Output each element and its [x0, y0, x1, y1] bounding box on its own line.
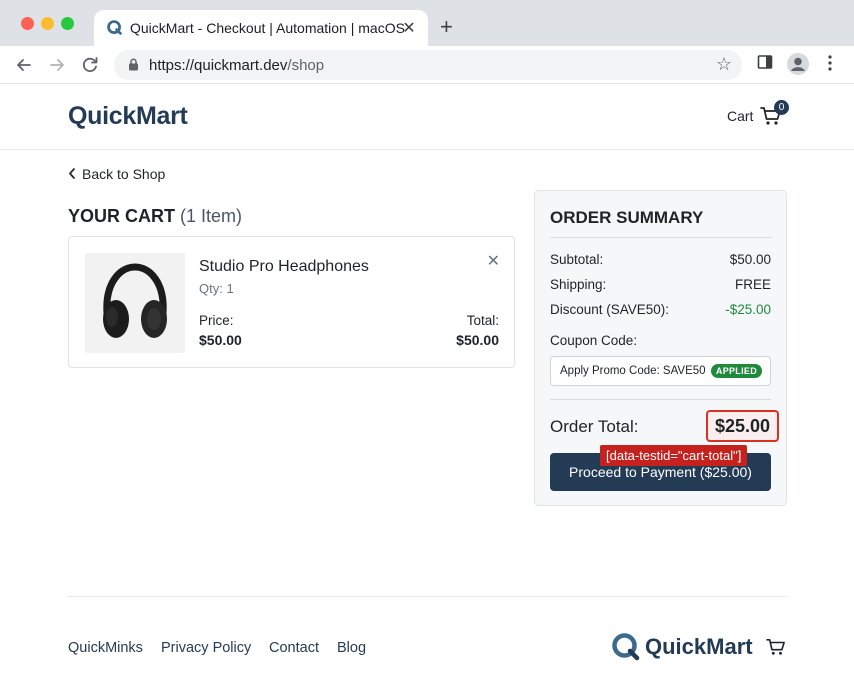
address-bar[interactable]: https://quickmart.dev/shop ☆ — [114, 50, 742, 80]
footer-cart-icon[interactable] — [766, 638, 786, 656]
subtotal-label: Subtotal: — [550, 252, 604, 267]
quickmart-logo-icon — [612, 633, 640, 661]
headphones-image — [103, 263, 167, 338]
reload-icon[interactable] — [79, 54, 101, 76]
order-summary-title: ORDER SUMMARY — [550, 208, 704, 227]
product-qty: Qty: 1 — [199, 281, 234, 296]
lock-icon — [129, 58, 138, 71]
cart-count-badge: 0 — [774, 100, 789, 115]
shipping-row: Shipping: FREE — [550, 277, 771, 292]
browser-tab[interactable]: QuickMart - Checkout | Automation | macO… — [94, 10, 428, 46]
window-minimize-button[interactable] — [41, 17, 54, 30]
shipping-value: FREE — [734, 277, 771, 292]
testid-annotation-tag: [data-testid="cart-total"] — [600, 445, 748, 466]
discount-row: Discount (SAVE50): -$25.00 — [550, 302, 771, 317]
subtotal-row: Subtotal: $50.00 — [550, 252, 771, 267]
cart-item-count: (1 Item) — [180, 206, 243, 226]
browser-toolbar: https://quickmart.dev/shop ☆ — [0, 46, 854, 84]
item-total-label: Total: — [466, 313, 499, 328]
cart-link[interactable]: Cart — [727, 108, 753, 124]
tab-close-icon[interactable]: ✕ — [400, 18, 418, 38]
item-total-value: $50.00 — [456, 332, 499, 348]
quickmart-favicon-icon — [107, 20, 122, 35]
bookmark-star-icon[interactable]: ☆ — [716, 54, 732, 75]
price-value: $50.00 — [199, 332, 242, 348]
summary-divider — [550, 237, 771, 238]
footer-divider — [68, 596, 787, 597]
side-panel-icon[interactable] — [757, 54, 773, 70]
new-tab-button[interactable]: + — [440, 14, 453, 40]
product-thumbnail — [85, 253, 185, 353]
coupon-label: Coupon Code: — [550, 333, 638, 348]
cart-heading: YOUR CART (1 Item) — [68, 206, 242, 227]
back-to-shop-link[interactable]: Back to Shop — [68, 166, 165, 182]
browser-chrome: QuickMart - Checkout | Automation | macO… — [0, 0, 854, 84]
profile-avatar-icon[interactable] — [786, 52, 810, 76]
more-menu-icon[interactable] — [826, 54, 834, 72]
total-divider — [550, 399, 771, 400]
footer-logo-text[interactable]: QuickMart — [645, 634, 753, 660]
cart-heading-title: YOUR CART — [68, 206, 175, 226]
back-to-shop-label: Back to Shop — [82, 166, 166, 182]
url-text: https://quickmart.dev/shop — [149, 57, 324, 74]
url-path: /shop — [287, 57, 325, 74]
site-logo[interactable]: QuickMart — [68, 102, 188, 131]
order-total-value: $25.00 — [706, 410, 779, 442]
footer-link-quickminks[interactable]: QuickMinks — [68, 640, 143, 656]
chevron-left-icon — [69, 168, 75, 179]
window-close-button[interactable] — [21, 17, 34, 30]
window-zoom-button[interactable] — [61, 17, 74, 30]
footer-link-privacy-policy[interactable]: Privacy Policy — [161, 640, 251, 656]
shipping-label: Shipping: — [550, 277, 607, 292]
back-arrow-icon[interactable] — [13, 54, 35, 76]
url-host: https://quickmart.dev — [149, 57, 288, 74]
order-total-label: Order Total: — [550, 417, 639, 436]
footer-link-blog[interactable]: Blog — [337, 640, 366, 656]
forward-arrow-icon[interactable] — [46, 54, 68, 76]
site-header: QuickMart Cart 0 — [0, 84, 854, 150]
cart-item-card: Studio Pro Headphones Qty: 1 ✕ Price: $5… — [68, 236, 515, 368]
footer-link-contact[interactable]: Contact — [269, 640, 319, 656]
subtotal-value: $50.00 — [729, 252, 771, 267]
coupon-applied-badge: APPLIED — [710, 364, 762, 378]
price-label: Price: — [199, 313, 234, 328]
discount-value: -$25.00 — [725, 302, 771, 317]
tab-title: QuickMart - Checkout | Automation | macO… — [130, 20, 405, 36]
remove-item-icon[interactable]: ✕ — [487, 251, 500, 271]
product-name[interactable]: Studio Pro Headphones — [199, 258, 369, 276]
discount-label: Discount (SAVE50): — [550, 302, 670, 317]
coupon-field[interactable]: Apply Promo Code: SAVE50 APPLIED — [550, 356, 771, 386]
coupon-text: Apply Promo Code: SAVE50 — [560, 365, 706, 377]
